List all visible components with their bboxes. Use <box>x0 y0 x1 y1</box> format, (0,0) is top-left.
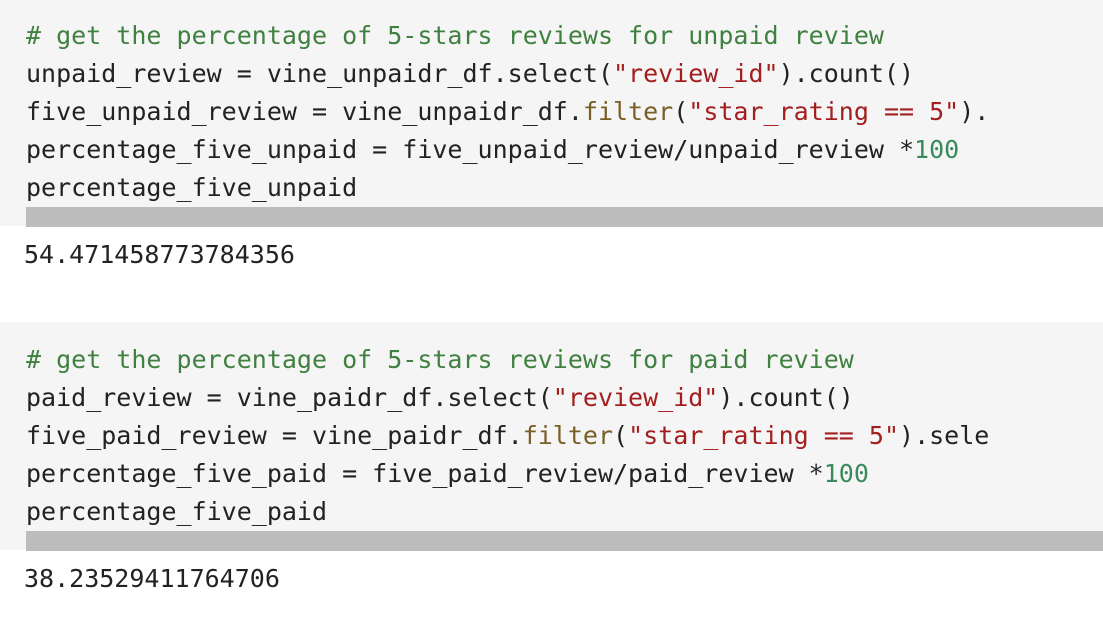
code-token: "star_rating == 5" <box>628 421 900 450</box>
code-token: 100 <box>914 135 960 164</box>
code-line: # get the percentage of 5-stars reviews … <box>26 17 1103 55</box>
code-token: percentage_five_unpaid = five_unpaid_rev… <box>26 135 915 164</box>
code-token: percentage_five_paid = five_paid_review/… <box>26 459 824 488</box>
code-token: percentage_five_paid <box>26 497 328 526</box>
code-token: unpaid_review = vine_unpaidr_df.select( <box>26 59 613 88</box>
code-token: percentage_five_unpaid <box>26 173 358 202</box>
code-line: percentage_five_unpaid <box>26 169 1103 207</box>
code-line: five_unpaid_review = vine_unpaidr_df.fil… <box>26 93 1103 131</box>
code-token: ).sele <box>899 421 990 450</box>
code-token: five_unpaid_review = vine_unpaidr_df. <box>26 97 583 126</box>
code-token: ). <box>959 97 990 126</box>
code-token: "review_id" <box>552 383 719 412</box>
cell-output: 38.23529411764706 <box>24 564 280 593</box>
code-token: ).count() <box>718 383 854 412</box>
code-token: # get the percentage of 5-stars reviews … <box>26 21 884 50</box>
code-line: paid_review = vine_paidr_df.select("revi… <box>26 379 1103 417</box>
code-token: ).count() <box>778 59 915 88</box>
code-token: ( <box>613 421 629 450</box>
code-token: filter <box>522 421 614 450</box>
code-token: "star_rating == 5" <box>688 97 960 126</box>
horizontal-scrollbar[interactable] <box>26 207 1103 227</box>
code-token: paid_review = vine_paidr_df.select( <box>26 383 553 412</box>
code-line: percentage_five_paid = five_paid_review/… <box>26 455 1103 493</box>
code-token: five_paid_review = vine_paidr_df. <box>26 421 523 450</box>
code-editor[interactable]: # get the percentage of 5-stars reviews … <box>0 0 1103 226</box>
code-token: "review_id" <box>613 59 779 88</box>
code-token: # get the percentage of 5-stars reviews … <box>26 345 854 374</box>
code-line: percentage_five_paid <box>26 493 1103 531</box>
code-editor[interactable]: # get the percentage of 5-stars reviews … <box>0 322 1103 550</box>
code-line: unpaid_review = vine_unpaidr_df.select("… <box>26 55 1103 93</box>
code-token: filter <box>582 97 674 126</box>
code-line: percentage_five_unpaid = five_unpaid_rev… <box>26 131 1103 169</box>
code-line: # get the percentage of 5-stars reviews … <box>26 341 1103 379</box>
code-line: five_paid_review = vine_paidr_df.filter(… <box>26 417 1103 455</box>
code-cell-2[interactable]: # get the percentage of 5-stars reviews … <box>0 322 1103 593</box>
cell-output: 54.471458773784356 <box>24 240 295 269</box>
code-cell-1[interactable]: # get the percentage of 5-stars reviews … <box>0 0 1103 269</box>
code-token: 100 <box>823 459 869 488</box>
code-token: ( <box>673 97 689 126</box>
horizontal-scrollbar[interactable] <box>26 531 1103 551</box>
